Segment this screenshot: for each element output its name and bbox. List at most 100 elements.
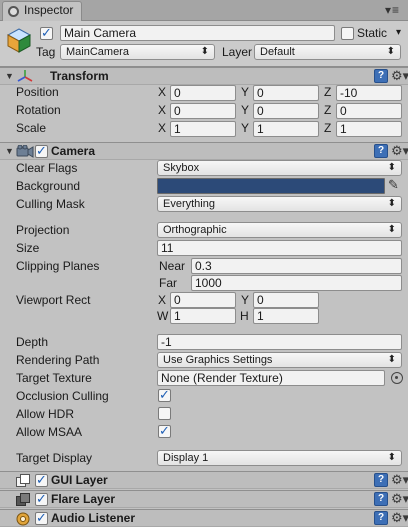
chevron-updown-icon: ⬍ [387,354,396,365]
clear-flags-value: Skybox [163,162,200,174]
viewport-h-field[interactable]: 1 [253,308,319,324]
size-field[interactable]: 11 [157,240,402,256]
near-field[interactable]: 0.3 [191,258,402,274]
rendering-path-label: Rendering Path [16,353,100,367]
help-icon[interactable]: ? [374,492,388,506]
gear-icon[interactable]: ⚙▾ [391,69,408,83]
clear-flags-dropdown[interactable]: Skybox ⬍ [157,160,402,176]
occlusion-culling-label: Occlusion Culling [16,389,109,403]
flare-layer-header[interactable]: Flare Layer ? ⚙▾ [0,490,408,508]
chevron-updown-icon: ⬍ [200,46,209,57]
audio-listener-header[interactable]: Audio Listener ? ⚙▾ [0,509,408,527]
gear-icon[interactable]: ⚙▾ [391,473,408,487]
target-texture-field[interactable]: None (Render Texture) [157,370,385,386]
projection-dropdown[interactable]: Orthographic ⬍ [157,222,402,238]
chevron-updown-icon: ⬍ [387,452,396,463]
clear-flags-label: Clear Flags [16,161,78,175]
position-label: Position [16,85,59,99]
static-checkbox[interactable] [341,27,354,40]
gear-icon[interactable]: ⚙▾ [391,144,408,158]
background-label: Background [16,179,81,193]
position-y-field[interactable]: 0 [253,85,319,101]
camera-header[interactable]: ▼ Camera ? ⚙▾ [0,142,408,160]
gear-icon[interactable]: ⚙▾ [391,511,408,525]
scale-x-field[interactable]: 1 [170,121,236,137]
size-label: Size [16,241,40,255]
window-menu-icon[interactable]: ▾≡ [385,3,400,17]
object-header: Main Camera Static ▾ Tag MainCamera ⬍ La… [0,21,408,67]
static-dropdown-icon[interactable]: ▾ [396,24,401,42]
object-name-field[interactable]: Main Camera [60,25,335,41]
axis-y-label: Y [241,85,250,99]
tag-dropdown[interactable]: MainCamera ⬍ [60,44,215,60]
tab-inspector[interactable]: Inspector [2,1,82,21]
culling-mask-label: Culling Mask [16,197,85,211]
chevron-updown-icon: ⬍ [386,46,395,57]
rotation-x-field[interactable]: 0 [170,103,236,119]
tab-bar: Inspector ▾≡ [0,0,408,21]
gui-layer-enabled-checkbox[interactable] [35,472,48,488]
gear-icon[interactable]: ⚙▾ [391,492,408,506]
object-picker-icon[interactable] [391,372,403,384]
position-z-field[interactable]: -10 [336,85,402,101]
viewport-x-field[interactable]: 0 [170,292,236,308]
target-texture-label: Target Texture [16,371,92,385]
rotation-z-field[interactable]: 0 [336,103,402,119]
gui-layer-header[interactable]: GUI Layer ? ⚙▾ [0,471,408,489]
viewport-y-field[interactable]: 0 [253,292,319,308]
camera-enabled-checkbox[interactable] [35,143,48,159]
eyedropper-icon[interactable]: ✎ [388,176,399,194]
allow-msaa-checkbox[interactable] [158,423,171,439]
audio-listener-title: Audio Listener [51,511,136,525]
position-x-field[interactable]: 0 [170,85,236,101]
help-icon[interactable]: ? [374,511,388,525]
transform-header[interactable]: ▼ Transform ? ⚙▾ [0,67,408,85]
camera-title: Camera [51,144,96,158]
target-display-label: Target Display [16,451,93,465]
rendering-path-dropdown[interactable]: Use Graphics Settings ⬍ [157,352,402,368]
axis-y-label: Y [241,103,250,117]
culling-mask-value: Everything [163,198,215,210]
gui-layer-title: GUI Layer [51,473,108,487]
flare-layer-title: Flare Layer [51,492,116,506]
chevron-updown-icon: ⬍ [387,162,396,173]
chevron-updown-icon: ⬍ [387,198,396,209]
rotation-label: Rotation [16,103,61,117]
far-field[interactable]: 1000 [191,275,402,291]
viewport-rect-label: Viewport Rect [16,293,91,307]
viewport-w-label: W [157,309,169,323]
foldout-open-icon[interactable]: ▼ [5,71,14,81]
background-color-swatch[interactable] [157,178,385,194]
help-icon[interactable]: ? [374,69,388,83]
transform-title: Transform [50,69,109,83]
audio-listener-icon [16,512,30,526]
allow-hdr-checkbox[interactable] [158,407,171,420]
rotation-y-field[interactable]: 0 [253,103,319,119]
target-display-dropdown[interactable]: Display 1 ⬍ [157,450,402,466]
scale-z-field[interactable]: 1 [336,121,402,137]
culling-mask-dropdown[interactable]: Everything ⬍ [157,196,402,212]
near-label: Near [159,259,186,273]
scale-y-field[interactable]: 1 [253,121,319,137]
allow-hdr-label: Allow HDR [16,407,75,421]
viewport-w-field[interactable]: 1 [170,308,236,324]
transform-axes-icon [17,70,33,82]
flare-layer-enabled-checkbox[interactable] [35,491,48,507]
help-icon[interactable]: ? [374,473,388,487]
depth-field[interactable]: -1 [157,334,402,350]
viewport-h-label: H [240,309,249,323]
axis-x-label: X [158,85,167,99]
occlusion-culling-checkbox[interactable] [158,387,171,403]
layer-dropdown[interactable]: Default ⬍ [254,44,401,60]
projection-label: Projection [16,223,70,237]
gui-layer-icon [16,474,30,487]
help-icon[interactable]: ? [374,144,388,158]
audio-listener-enabled-checkbox[interactable] [35,510,48,526]
tab-label: Inspector [24,3,74,17]
depth-label: Depth [16,335,49,349]
foldout-open-icon[interactable]: ▼ [5,146,14,156]
axis-z-label: Z [324,121,332,135]
active-checkbox[interactable] [40,25,53,41]
camera-icon [16,145,34,158]
layer-label: Layer [222,45,253,59]
